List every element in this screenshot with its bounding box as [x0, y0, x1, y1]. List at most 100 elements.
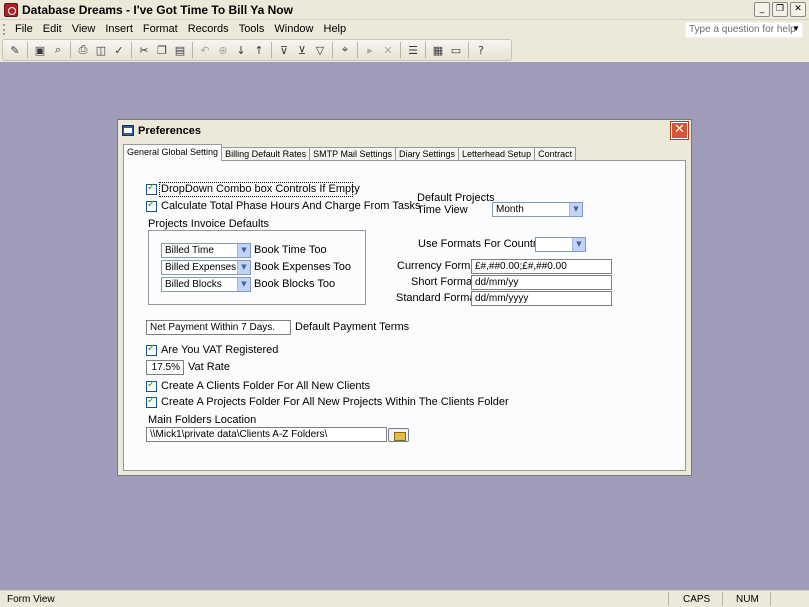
- properties-icon[interactable]: ☰: [405, 42, 421, 58]
- standard-toolbar: ✎ ▣ ⌕ ⎙ ◫ ✓ ✂ ❐ ▤ ↶ ⊕ ↓ ↑ ⊽ ⊻ ▽ ⌖ ▸ ✕ ☰ …: [2, 39, 512, 61]
- dialog-title-bar[interactable]: Preferences ✕: [118, 120, 691, 142]
- tab-letterhead-setup[interactable]: Letterhead Setup: [458, 147, 536, 161]
- save-icon[interactable]: ▣: [32, 42, 48, 58]
- database-window-icon[interactable]: ▦: [430, 42, 446, 58]
- general-settings-panel: DropDown Combo box Controls If Empty Cal…: [123, 160, 686, 471]
- chevron-down-icon[interactable]: ▼: [569, 203, 582, 216]
- tab-general-global-setting[interactable]: General Global Setting: [123, 144, 223, 161]
- status-view-mode: Form View: [7, 594, 55, 605]
- find-icon[interactable]: ⌖: [337, 42, 353, 58]
- menu-records[interactable]: Records: [183, 23, 234, 35]
- close-button[interactable]: ✕: [790, 2, 806, 17]
- main-folders-location-label: Main Folders Location: [148, 414, 257, 426]
- filter-by-selection-icon[interactable]: ⊽: [276, 42, 292, 58]
- filter-by-form-icon[interactable]: ⊻: [294, 42, 310, 58]
- menu-window[interactable]: Window: [269, 23, 318, 35]
- currency-format-label: Currency Format: [397, 260, 480, 272]
- file-search-icon[interactable]: ⌕: [50, 42, 66, 58]
- clients-folder-label: Create A Clients Folder For All New Clie…: [161, 380, 371, 392]
- menu-grip-handle[interactable]: [3, 24, 6, 35]
- payment-terms-field[interactable]: Net Payment Within 7 Days.: [146, 320, 291, 335]
- billed-blocks-combo[interactable]: Billed Blocks ▼: [161, 277, 251, 292]
- standard-format-field[interactable]: dd/mm/yyyy: [471, 291, 612, 306]
- window-controls: _ ❐ ✕: [754, 2, 806, 17]
- browse-folder-button[interactable]: [388, 428, 409, 442]
- sort-descending-icon[interactable]: ↑: [251, 42, 267, 58]
- status-bar: Form View CAPS NUM: [0, 590, 809, 607]
- vat-registered-label: Are You VAT Registered: [161, 344, 279, 356]
- menu-view[interactable]: View: [67, 23, 101, 35]
- toolbar-separator: [400, 42, 401, 58]
- preferences-dialog: Preferences ✕ General Global Setting Bil…: [117, 119, 692, 476]
- status-divider: [722, 592, 723, 606]
- main-folders-location-field[interactable]: \\Mick1\private data\Clients A-Z Folders…: [146, 427, 387, 442]
- time-view-combo[interactable]: Month ▼: [492, 202, 583, 217]
- short-format-label: Short Format: [411, 276, 476, 288]
- toolbar-separator: [131, 42, 132, 58]
- toolbar-separator: [70, 42, 71, 58]
- design-view-icon[interactable]: ✎: [7, 42, 23, 58]
- apply-filter-icon[interactable]: ▽: [312, 42, 328, 58]
- menu-bar: File Edit View Insert Format Records Too…: [0, 20, 809, 39]
- tab-diary-settings[interactable]: Diary Settings: [394, 147, 460, 161]
- undo-icon[interactable]: ↶: [197, 42, 213, 58]
- country-combo[interactable]: ▼: [535, 237, 586, 252]
- chevron-down-icon[interactable]: ▼: [237, 278, 250, 291]
- billed-time-combo[interactable]: Billed Time ▼: [161, 243, 251, 258]
- form-icon: [122, 125, 134, 136]
- sort-ascending-icon[interactable]: ↓: [233, 42, 249, 58]
- time-view-label-line1: Default Projects: [417, 192, 495, 204]
- menu-format[interactable]: Format: [138, 23, 183, 35]
- clients-folder-checkbox[interactable]: [146, 379, 157, 392]
- vat-rate-field[interactable]: 17.5%: [146, 360, 184, 375]
- menu-tools[interactable]: Tools: [234, 23, 270, 35]
- access-app-icon[interactable]: [4, 3, 18, 17]
- menu-help[interactable]: Help: [319, 23, 352, 35]
- vat-registered-checkbox[interactable]: [146, 343, 157, 356]
- calc-phase-hours-checkbox[interactable]: [146, 199, 157, 212]
- menu-edit[interactable]: Edit: [38, 23, 67, 35]
- help-search-input[interactable]: Type a question for help ▼: [685, 22, 803, 38]
- help-search-placeholder: Type a question for help: [689, 24, 796, 35]
- tab-smtp-mail-settings[interactable]: SMTP Mail Settings: [309, 147, 396, 161]
- new-record-icon[interactable]: ▸: [362, 42, 378, 58]
- short-format-field[interactable]: dd/mm/yy: [471, 275, 612, 290]
- time-view-label-line2: Time View: [417, 204, 468, 216]
- new-object-icon[interactable]: ▭: [448, 42, 464, 58]
- chevron-down-icon[interactable]: ▼: [572, 238, 585, 251]
- invoice-defaults-title: Projects Invoice Defaults: [148, 218, 270, 230]
- toolbar-separator: [271, 42, 272, 58]
- paste-icon[interactable]: ▤: [172, 42, 188, 58]
- help-icon[interactable]: ?: [473, 42, 489, 58]
- tab-contract[interactable]: Contract: [534, 147, 577, 161]
- minimize-button[interactable]: _: [754, 2, 770, 17]
- toolbar-separator: [27, 42, 28, 58]
- toolbar-separator: [332, 42, 333, 58]
- projects-folder-checkbox[interactable]: [146, 395, 157, 408]
- dropdown-combo-checkbox[interactable]: [146, 182, 157, 195]
- billed-blocks-value: Billed Blocks: [165, 279, 222, 290]
- toolbar-separator: [468, 42, 469, 58]
- book-expenses-label: Book Expenses Too: [254, 261, 352, 273]
- currency-format-field[interactable]: £#,##0.00;£#,##0.00: [471, 259, 612, 274]
- app-title: Database Dreams - I've Got Time To Bill …: [22, 3, 293, 17]
- billed-expenses-combo[interactable]: Billed Expenses ▼: [161, 260, 251, 275]
- insert-hyperlink-icon[interactable]: ⊕: [215, 42, 231, 58]
- chevron-down-icon[interactable]: ▼: [237, 261, 250, 274]
- tab-billing-default-rates[interactable]: Billing Default Rates: [221, 147, 311, 161]
- menu-file[interactable]: File: [10, 23, 38, 35]
- restore-button[interactable]: ❐: [772, 2, 788, 17]
- print-icon[interactable]: ⎙: [75, 42, 91, 58]
- delete-record-icon[interactable]: ✕: [380, 42, 396, 58]
- dialog-close-button[interactable]: ✕: [670, 121, 689, 140]
- spelling-icon[interactable]: ✓: [111, 42, 127, 58]
- status-num: NUM: [736, 594, 759, 605]
- billed-time-value: Billed Time: [165, 245, 214, 256]
- menu-insert[interactable]: Insert: [100, 23, 138, 35]
- cut-icon[interactable]: ✂: [136, 42, 152, 58]
- print-preview-icon[interactable]: ◫: [93, 42, 109, 58]
- chevron-down-icon[interactable]: ▼: [792, 24, 800, 33]
- chevron-down-icon[interactable]: ▼: [237, 244, 250, 257]
- copy-icon[interactable]: ❐: [154, 42, 170, 58]
- status-caps: CAPS: [683, 594, 711, 605]
